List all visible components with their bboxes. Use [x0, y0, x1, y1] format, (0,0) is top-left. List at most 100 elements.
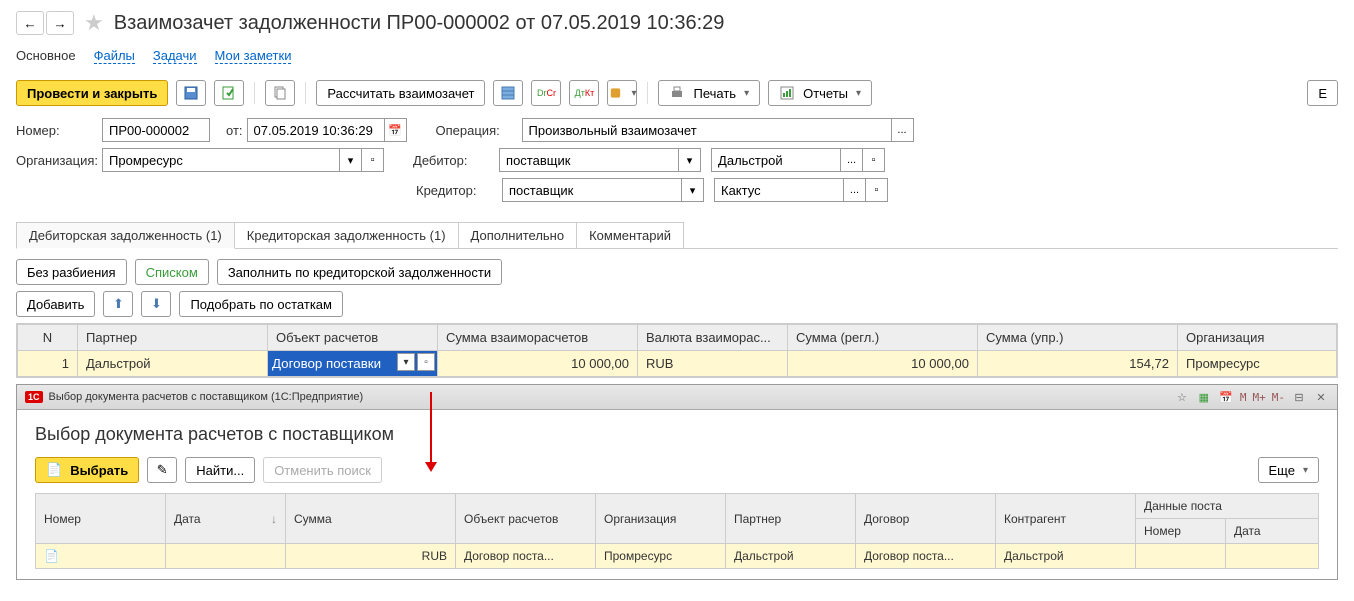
- more-button-dialog[interactable]: Еще: [1258, 457, 1319, 483]
- dcol-sub-num[interactable]: Номер: [1136, 519, 1226, 544]
- structure-button[interactable]: [493, 80, 523, 106]
- minimize-icon[interactable]: ⊟: [1291, 389, 1307, 405]
- pick-button[interactable]: Подобрать по остаткам: [179, 291, 343, 317]
- more-button[interactable]: Е: [1307, 80, 1338, 106]
- cell-open[interactable]: ▫: [417, 353, 435, 371]
- col-sum-upr[interactable]: Сумма (упр.): [978, 325, 1178, 351]
- dcol-obj[interactable]: Объект расчетов: [456, 494, 596, 544]
- edit-icon[interactable]: ✎: [147, 457, 177, 483]
- add-button[interactable]: Добавить: [16, 291, 95, 317]
- main-table: N Партнер Объект расчетов Сумма взаимора…: [17, 324, 1337, 377]
- col-org[interactable]: Организация: [1178, 325, 1337, 351]
- favorite-star-icon[interactable]: ★: [84, 10, 104, 36]
- org-input[interactable]: [102, 148, 340, 172]
- calc-button[interactable]: Рассчитать взаимозачет: [316, 80, 485, 106]
- dtkt-button[interactable]: ДтКт: [569, 80, 599, 106]
- org-dropdown[interactable]: ▾: [340, 148, 362, 172]
- app-logo-icon: 1C: [25, 391, 43, 403]
- link-notes[interactable]: Мои заметки: [215, 48, 292, 64]
- dcol-partner[interactable]: Партнер: [726, 494, 856, 544]
- org-label: Организация:: [16, 153, 98, 168]
- number-input[interactable]: [102, 118, 210, 142]
- fill-button[interactable]: Заполнить по кредиторской задолженности: [217, 259, 502, 285]
- tab-extra[interactable]: Дополнительно: [458, 222, 578, 248]
- debtor-type-dropdown[interactable]: ▾: [679, 148, 701, 172]
- calendar-icon[interactable]: ▦: [1196, 389, 1212, 405]
- dcol-sub-date[interactable]: Дата: [1226, 519, 1319, 544]
- link-tasks[interactable]: Задачи: [153, 48, 197, 64]
- move-up-button[interactable]: ⬆: [103, 291, 133, 317]
- debtor-input[interactable]: [711, 148, 841, 172]
- tab-debtor[interactable]: Дебиторская задолженность (1): [16, 222, 235, 249]
- dcol-data[interactable]: Данные поста: [1136, 494, 1319, 519]
- calendar-icon[interactable]: 📅: [385, 118, 407, 142]
- annotation-arrow: [430, 392, 432, 470]
- dialog-table: Номер Дата ↓ Сумма Объект расчетов Орган…: [35, 493, 1319, 569]
- debtor-picker[interactable]: ...: [841, 148, 863, 172]
- creditor-type-dropdown[interactable]: ▾: [682, 178, 704, 202]
- dcol-num[interactable]: Номер: [36, 494, 166, 544]
- cancel-find-button: Отменить поиск: [263, 457, 382, 483]
- table-row[interactable]: 1 Дальстрой ▾ ▫ 10 000,00 RUB 10 000,00 …: [18, 351, 1337, 377]
- cell-dropdown[interactable]: ▾: [397, 353, 415, 371]
- dcol-contract[interactable]: Договор: [856, 494, 996, 544]
- page-title: Взаимозачет задолженности ПР00-000002 от…: [114, 12, 725, 35]
- post-button[interactable]: [214, 80, 244, 106]
- object-cell-editing[interactable]: ▾ ▫: [268, 351, 438, 377]
- creditor-label: Кредитор:: [416, 183, 498, 198]
- creditor-type-input[interactable]: [502, 178, 682, 202]
- creditor-picker[interactable]: ...: [844, 178, 866, 202]
- dialog-title: Выбор документа расчетов с поставщиком: [35, 424, 1319, 445]
- operation-input[interactable]: [522, 118, 892, 142]
- fav-icon[interactable]: ☆: [1174, 389, 1190, 405]
- col-sum-regl[interactable]: Сумма (регл.): [788, 325, 978, 351]
- number-label: Номер:: [16, 123, 98, 138]
- dcol-date[interactable]: Дата ↓: [166, 494, 286, 544]
- debtor-label: Дебитор:: [413, 153, 495, 168]
- no-split-button[interactable]: Без разбиения: [16, 259, 127, 285]
- creditor-input[interactable]: [714, 178, 844, 202]
- forward-button[interactable]: →: [46, 11, 74, 35]
- doc-icon: 📄: [44, 549, 59, 563]
- from-label: от:: [226, 123, 243, 138]
- settings-dropdown[interactable]: [607, 80, 637, 106]
- dcol-sum[interactable]: Сумма: [286, 494, 456, 544]
- list-button[interactable]: Списком: [135, 259, 209, 285]
- dialog-window: 1C Выбор документа расчетов с поставщико…: [16, 384, 1338, 580]
- col-sum-settle[interactable]: Сумма взаиморасчетов: [438, 325, 638, 351]
- create-based-button[interactable]: [265, 80, 295, 106]
- calc-icon[interactable]: 📅: [1218, 389, 1234, 405]
- tab-creditor[interactable]: Кредиторская задолженность (1): [234, 222, 459, 248]
- col-n[interactable]: N: [18, 325, 78, 351]
- dtcr-button[interactable]: DrCr: [531, 80, 561, 106]
- print-button[interactable]: Печать: [658, 80, 760, 106]
- find-button[interactable]: Найти...: [185, 457, 255, 483]
- debtor-type-input[interactable]: [499, 148, 679, 172]
- operation-picker[interactable]: ...: [892, 118, 914, 142]
- col-partner[interactable]: Партнер: [78, 325, 268, 351]
- close-icon[interactable]: ✕: [1313, 389, 1329, 405]
- move-down-button[interactable]: ⬇: [141, 291, 171, 317]
- m-button[interactable]: M: [1240, 391, 1247, 404]
- select-button[interactable]: 📄Выбрать: [35, 457, 139, 483]
- date-input[interactable]: [247, 118, 385, 142]
- operation-label: Операция:: [436, 123, 518, 138]
- col-object[interactable]: Объект расчетов: [268, 325, 438, 351]
- debtor-open[interactable]: ▫: [863, 148, 885, 172]
- link-main[interactable]: Основное: [16, 48, 76, 64]
- save-button[interactable]: [176, 80, 206, 106]
- reports-button[interactable]: Отчеты: [768, 80, 872, 106]
- dialog-titlebar-text: Выбор документа расчетов с поставщиком (…: [49, 391, 364, 403]
- m-plus-button[interactable]: M+: [1253, 391, 1266, 404]
- tab-comment[interactable]: Комментарий: [576, 222, 684, 248]
- col-currency[interactable]: Валюта взаиморас...: [638, 325, 788, 351]
- link-files[interactable]: Файлы: [94, 48, 135, 64]
- post-close-button[interactable]: Провести и закрыть: [16, 80, 168, 106]
- dcol-counterparty[interactable]: Контрагент: [996, 494, 1136, 544]
- dcol-org[interactable]: Организация: [596, 494, 726, 544]
- org-open[interactable]: ▫: [362, 148, 384, 172]
- m-minus-button[interactable]: M-: [1272, 391, 1285, 404]
- creditor-open[interactable]: ▫: [866, 178, 888, 202]
- back-button[interactable]: ←: [16, 11, 44, 35]
- dialog-row[interactable]: 📄 RUB Договор поста... Промресурс Дальст…: [36, 544, 1319, 569]
